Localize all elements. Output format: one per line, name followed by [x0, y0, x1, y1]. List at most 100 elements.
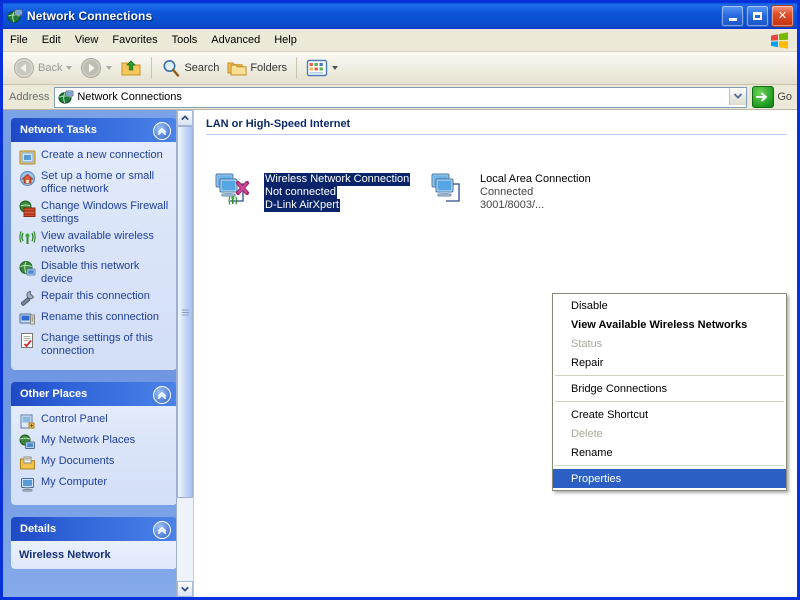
- address-bar: Address Network Connections: [3, 85, 797, 110]
- back-dropdown-icon[interactable]: [66, 66, 72, 70]
- task-label: Disable this network device: [41, 260, 169, 286]
- forward-dropdown-icon[interactable]: [106, 66, 112, 70]
- task-rename-connection[interactable]: Rename this connection: [19, 311, 169, 328]
- task-label: Rename this connection: [41, 311, 159, 324]
- panel-details-body: Wireless Network: [11, 541, 177, 569]
- context-menu-item-repair[interactable]: Repair: [553, 353, 786, 372]
- panel-details-header[interactable]: Details: [11, 517, 177, 541]
- connection-item-wireless[interactable]: Wireless Network Connection Not connecte…: [214, 171, 410, 212]
- task-change-settings[interactable]: Change settings of this connection: [19, 332, 169, 358]
- toolbar-separator-2: [296, 57, 297, 79]
- panel-network-tasks-header[interactable]: Network Tasks: [11, 118, 177, 142]
- context-menu[interactable]: Disable View Available Wireless Networks…: [552, 293, 787, 491]
- back-arrow-icon: [13, 57, 35, 79]
- toolbar: Back Search: [3, 52, 797, 85]
- go-button[interactable]: Go: [752, 86, 792, 108]
- scrollbar-track[interactable]: [177, 126, 193, 581]
- details-connection-name: Wireless Network: [19, 549, 169, 561]
- place-label: My Computer: [41, 476, 107, 489]
- new-connection-icon: [19, 149, 36, 166]
- scroll-up-button[interactable]: [177, 110, 193, 126]
- collapse-chevron-icon[interactable]: [153, 521, 171, 539]
- connection-device: D-Link AirXpert: [264, 199, 340, 212]
- task-label: Repair this connection: [41, 290, 150, 303]
- menu-file[interactable]: File: [3, 32, 35, 48]
- context-menu-item-create-shortcut[interactable]: Create Shortcut: [553, 405, 786, 424]
- task-repair-connection[interactable]: Repair this connection: [19, 290, 169, 307]
- place-control-panel[interactable]: Control Panel: [19, 413, 169, 430]
- collapse-chevron-icon[interactable]: [153, 122, 171, 140]
- context-menu-item-disable[interactable]: Disable: [553, 296, 786, 315]
- connections-list-pane[interactable]: LAN or High-Speed Internet: [193, 110, 797, 597]
- views-button[interactable]: [302, 55, 342, 81]
- panel-other-places: Other Places: [11, 382, 177, 505]
- toolbar-separator: [151, 57, 152, 79]
- network-globe-icon: [7, 8, 23, 24]
- menu-advanced[interactable]: Advanced: [204, 32, 267, 48]
- task-setup-home-network[interactable]: Set up a home or small office network: [19, 170, 169, 196]
- panel-other-places-body: Control Panel My Ne: [11, 406, 177, 505]
- wrench-icon: [19, 290, 36, 307]
- panel-network-tasks-body: Create a new connection Set up a home: [11, 142, 177, 370]
- menu-favorites[interactable]: Favorites: [105, 32, 164, 48]
- context-menu-item-rename[interactable]: Rename: [553, 443, 786, 462]
- collapse-chevron-icon[interactable]: [153, 386, 171, 404]
- scrollbar-thumb[interactable]: [177, 126, 193, 498]
- rename-icon: [19, 311, 36, 328]
- address-input[interactable]: Network Connections: [54, 87, 747, 108]
- address-dropdown-button[interactable]: [729, 88, 746, 105]
- task-create-new-connection[interactable]: Create a new connection: [19, 149, 169, 166]
- connection-item-lan[interactable]: Local Area Connection Connected 3001/800…: [430, 171, 591, 212]
- context-menu-item-properties[interactable]: Properties: [553, 469, 786, 488]
- panel-other-places-header[interactable]: Other Places: [11, 382, 177, 406]
- connection-text-wireless: Wireless Network Connection Not connecte…: [264, 171, 410, 212]
- views-dropdown-icon[interactable]: [332, 66, 338, 70]
- context-menu-item-delete: Delete: [553, 424, 786, 443]
- task-disable-network-device[interactable]: Disable this network device: [19, 260, 169, 286]
- place-my-documents[interactable]: My Documents: [19, 455, 169, 472]
- menu-view[interactable]: View: [68, 32, 106, 48]
- maximize-button[interactable]: [746, 5, 769, 27]
- up-button[interactable]: [116, 55, 146, 81]
- windows-flag-icon: [767, 31, 793, 49]
- lan-connected-icon: [430, 171, 474, 209]
- place-my-network-places[interactable]: My Network Places: [19, 434, 169, 451]
- task-view-available-wireless[interactable]: View available wireless networks: [19, 230, 169, 256]
- go-label: Go: [777, 91, 792, 103]
- forward-button[interactable]: [76, 55, 116, 81]
- chevron-down-icon: [734, 93, 742, 99]
- window-title: Network Connections: [27, 9, 152, 23]
- menu-edit[interactable]: Edit: [35, 32, 68, 48]
- scroll-down-button[interactable]: [177, 581, 193, 597]
- group-header-lan: LAN or High-Speed Internet: [206, 118, 797, 130]
- grip-icon: [182, 309, 189, 316]
- close-icon: ✕: [772, 6, 793, 26]
- forward-arrow-icon: [80, 57, 102, 79]
- connection-name: Wireless Network Connection: [264, 173, 410, 186]
- menu-tools[interactable]: Tools: [165, 32, 205, 48]
- address-value: Network Connections: [77, 91, 182, 103]
- menu-help[interactable]: Help: [267, 32, 304, 48]
- window-body: Network Tasks: [3, 110, 797, 597]
- context-menu-item-status: Status: [553, 334, 786, 353]
- back-button[interactable]: Back: [9, 55, 76, 81]
- context-menu-item-view-available-wireless-networks[interactable]: View Available Wireless Networks: [553, 315, 786, 334]
- minimize-button[interactable]: [721, 5, 744, 27]
- my-computer-icon: [19, 476, 36, 493]
- up-folder-icon: [120, 57, 142, 79]
- place-my-computer[interactable]: My Computer: [19, 476, 169, 493]
- close-button[interactable]: ✕: [771, 5, 794, 27]
- context-menu-item-bridge-connections[interactable]: Bridge Connections: [553, 379, 786, 398]
- connection-text-lan: Local Area Connection Connected 3001/800…: [480, 171, 591, 212]
- search-icon: [161, 58, 181, 78]
- network-connections-window: Network Connections ✕ File Edit View Fav…: [0, 0, 800, 600]
- my-documents-icon: [19, 455, 36, 472]
- chevron-up-icon: [181, 115, 189, 121]
- task-change-firewall-settings[interactable]: Change Windows Firewall settings: [19, 200, 169, 226]
- sidebar-scrollbar[interactable]: [176, 110, 193, 597]
- panel-network-tasks-title: Network Tasks: [20, 124, 97, 136]
- connection-name: Local Area Connection: [480, 173, 591, 185]
- search-button[interactable]: Search: [157, 55, 223, 81]
- folders-button[interactable]: Folders: [223, 55, 291, 81]
- panel-details-title: Details: [20, 523, 56, 535]
